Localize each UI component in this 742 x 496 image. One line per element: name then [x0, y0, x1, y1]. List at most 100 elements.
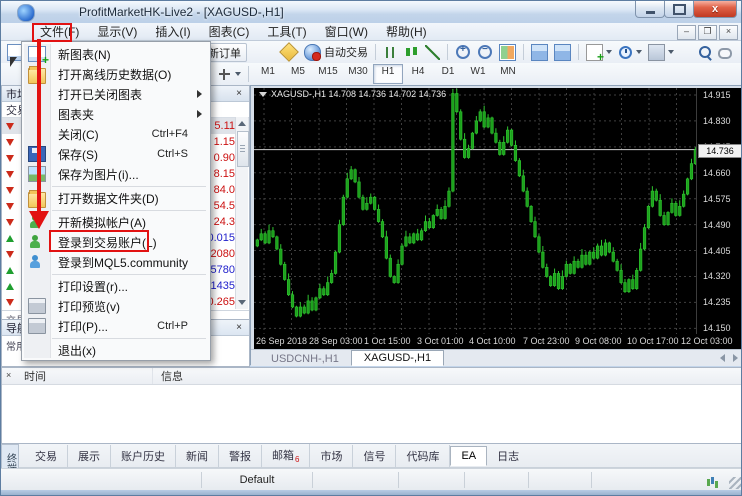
terminal-tab-警报[interactable]: 警报	[219, 445, 262, 467]
close-button[interactable]: x	[693, 1, 737, 18]
menubar-item-7[interactable]: 帮助(H)	[377, 22, 436, 41]
bid-price: 0.90	[214, 152, 235, 164]
resize-grip[interactable]	[729, 477, 741, 489]
status-cell	[529, 472, 592, 488]
search-button[interactable]	[695, 43, 715, 61]
menubar-item-3[interactable]: 插入(I)	[146, 22, 199, 41]
timeframe-m30[interactable]: M30	[343, 64, 373, 84]
file-menu-item-2[interactable]: 打开离线历史数据(O)	[22, 64, 210, 84]
status-cell	[1, 472, 202, 488]
minimize-button[interactable]	[635, 1, 665, 18]
terminal-tab-邮箱[interactable]: 邮箱6	[262, 444, 310, 467]
file-menu-item-10[interactable]: 登录到交易账户(L)	[22, 232, 210, 252]
mdi-restore-button[interactable]: ❐	[698, 25, 717, 40]
auto-scroll-button[interactable]	[551, 43, 574, 61]
file-menu-item-15[interactable]: 退出(x)	[22, 340, 210, 360]
file-menu-item-9[interactable]: 开新模拟帐户(A)	[22, 212, 210, 232]
mdi-minimize-button[interactable]: –	[677, 25, 696, 40]
line-chart-button[interactable]	[422, 43, 443, 61]
timeframe-d1[interactable]: D1	[433, 64, 463, 84]
menubar-item-2[interactable]: 显示(V)	[88, 22, 146, 41]
file-menu-item-4[interactable]: 图表夹	[22, 104, 210, 124]
terminal-tab-代码库[interactable]: 代码库	[396, 445, 450, 467]
chart-tab-xagusdh1[interactable]: XAGUSD-,H1	[351, 350, 444, 366]
menubar-item-5[interactable]: 工具(T)	[258, 22, 315, 41]
chevron-down-icon	[668, 50, 674, 54]
timeframe-h4[interactable]: H4	[403, 64, 433, 84]
price-tick-label: 14.490	[703, 220, 731, 230]
scroll-up-icon[interactable]	[238, 121, 246, 126]
close-icon[interactable]: ×	[6, 370, 11, 380]
bar-chart-button[interactable]	[380, 43, 401, 61]
file-menu-item-5[interactable]: 关闭(C)Ctrl+F4	[22, 124, 210, 144]
tile-windows-button[interactable]	[496, 43, 519, 61]
terminal-tab-信号[interactable]: 信号	[353, 445, 396, 467]
timeframe-w1[interactable]: W1	[463, 64, 493, 84]
scrollbar-thumb[interactable]	[237, 131, 249, 167]
time-axis[interactable]: 26 Sep 201828 Sep 03:001 Oct 15:003 Oct …	[254, 334, 741, 349]
timeframe-h1[interactable]: H1	[373, 64, 403, 84]
terminal-tab-ea[interactable]: EA	[450, 446, 487, 466]
crosshair-tool-button[interactable]	[214, 65, 244, 83]
menu-item-label: 保存(S)	[58, 146, 98, 163]
terminal-tab-展示[interactable]: 展示	[68, 445, 111, 467]
terminal-tab-新闻[interactable]: 新闻	[176, 445, 219, 467]
status-template[interactable]: Default	[202, 472, 313, 488]
close-icon[interactable]: ×	[233, 322, 245, 333]
market-watch-scrollbar[interactable]	[235, 117, 248, 309]
terminal-tab-市场[interactable]: 市场	[310, 445, 353, 467]
candlestick-button[interactable]	[401, 43, 422, 61]
file-menu-item-13[interactable]: 打印预览(v)	[22, 296, 210, 316]
tab-scroll-right-icon[interactable]	[733, 354, 738, 362]
file-menu-item-1[interactable]: 新图表(N)	[22, 44, 210, 64]
periods-dropdown[interactable]	[615, 43, 645, 61]
candlestick-chart[interactable]	[254, 88, 696, 334]
metaeditor-button[interactable]	[277, 43, 301, 61]
templates-dropdown[interactable]	[645, 43, 677, 61]
chat-button[interactable]	[715, 43, 735, 61]
terminal-tab-交易[interactable]: 交易	[25, 445, 68, 467]
file-menu-item-12[interactable]: 打印设置(r)...	[22, 276, 210, 296]
file-menu-item-7[interactable]: 保存为图片(i)...	[22, 164, 210, 184]
close-icon[interactable]: ×	[233, 88, 245, 99]
tile-windows-icon	[499, 44, 516, 61]
file-menu-item-8[interactable]: 打开数据文件夹(D)	[22, 188, 210, 208]
chart-plot-area[interactable]: XAGUSD-,H1 14.708 14.736 14.702 14.736	[254, 88, 696, 334]
menubar-item-6[interactable]: 窗口(W)	[316, 22, 377, 41]
file-menu-item-3[interactable]: 打开已关闭图表	[22, 84, 210, 104]
tab-scroll-left-icon[interactable]	[720, 354, 725, 362]
indicators-dropdown[interactable]	[583, 43, 615, 61]
arrow-down-icon	[6, 187, 14, 194]
menu-print-preview-icon	[28, 298, 46, 314]
terminal-column-time[interactable]: 时间	[2, 368, 153, 384]
autotrading-button[interactable]: 自动交易	[301, 43, 371, 61]
chart-collapse-icon[interactable]	[259, 92, 267, 97]
timeframe-m5[interactable]: M5	[283, 64, 313, 84]
menu-item-label: 开新模拟帐户(A)	[58, 214, 146, 231]
terminal-column-message[interactable]: 信息	[153, 368, 183, 384]
zoom-in-button[interactable]	[452, 43, 474, 61]
maximize-button[interactable]	[664, 1, 694, 18]
menubar-item-4[interactable]: 图表(C)	[200, 22, 259, 41]
price-axis[interactable]: 14.91514.83014.74514.66014.57514.49014.4…	[696, 88, 742, 334]
file-menu-item-14[interactable]: 打印(P)...Ctrl+P	[22, 316, 210, 336]
bid-price: 5.11	[214, 120, 235, 132]
timeframe-mn[interactable]: MN	[493, 64, 523, 84]
file-menu-item-6[interactable]: 保存(S)Ctrl+S	[22, 144, 210, 164]
timeframe-m15[interactable]: M15	[313, 64, 343, 84]
menubar-item-1[interactable]: 文件(F)	[31, 22, 88, 41]
zoom-out-button[interactable]	[474, 43, 496, 61]
scroll-down-icon[interactable]	[238, 300, 246, 305]
price-tick-label: 14.405	[703, 246, 731, 256]
chart-shift-button[interactable]	[528, 43, 551, 61]
title-bar[interactable]: ProfitMarketHK-Live2 - [XAGUSD-,H1] x	[1, 1, 742, 23]
file-menu-item-11[interactable]: 登录到MQL5.community	[22, 252, 210, 272]
autotrading-icon	[304, 44, 321, 61]
mdi-close-button[interactable]: ×	[719, 25, 738, 40]
chart-tab-usdcnhh1[interactable]: USDCNH-,H1	[259, 352, 351, 366]
timeframe-m1[interactable]: M1	[253, 64, 283, 84]
arrow-down-icon	[6, 203, 14, 210]
terminal-tab-日志[interactable]: 日志	[487, 445, 529, 467]
menu-item-label: 登录到交易账户(L)	[58, 234, 157, 251]
terminal-tab-账户历史[interactable]: 账户历史	[111, 445, 176, 467]
